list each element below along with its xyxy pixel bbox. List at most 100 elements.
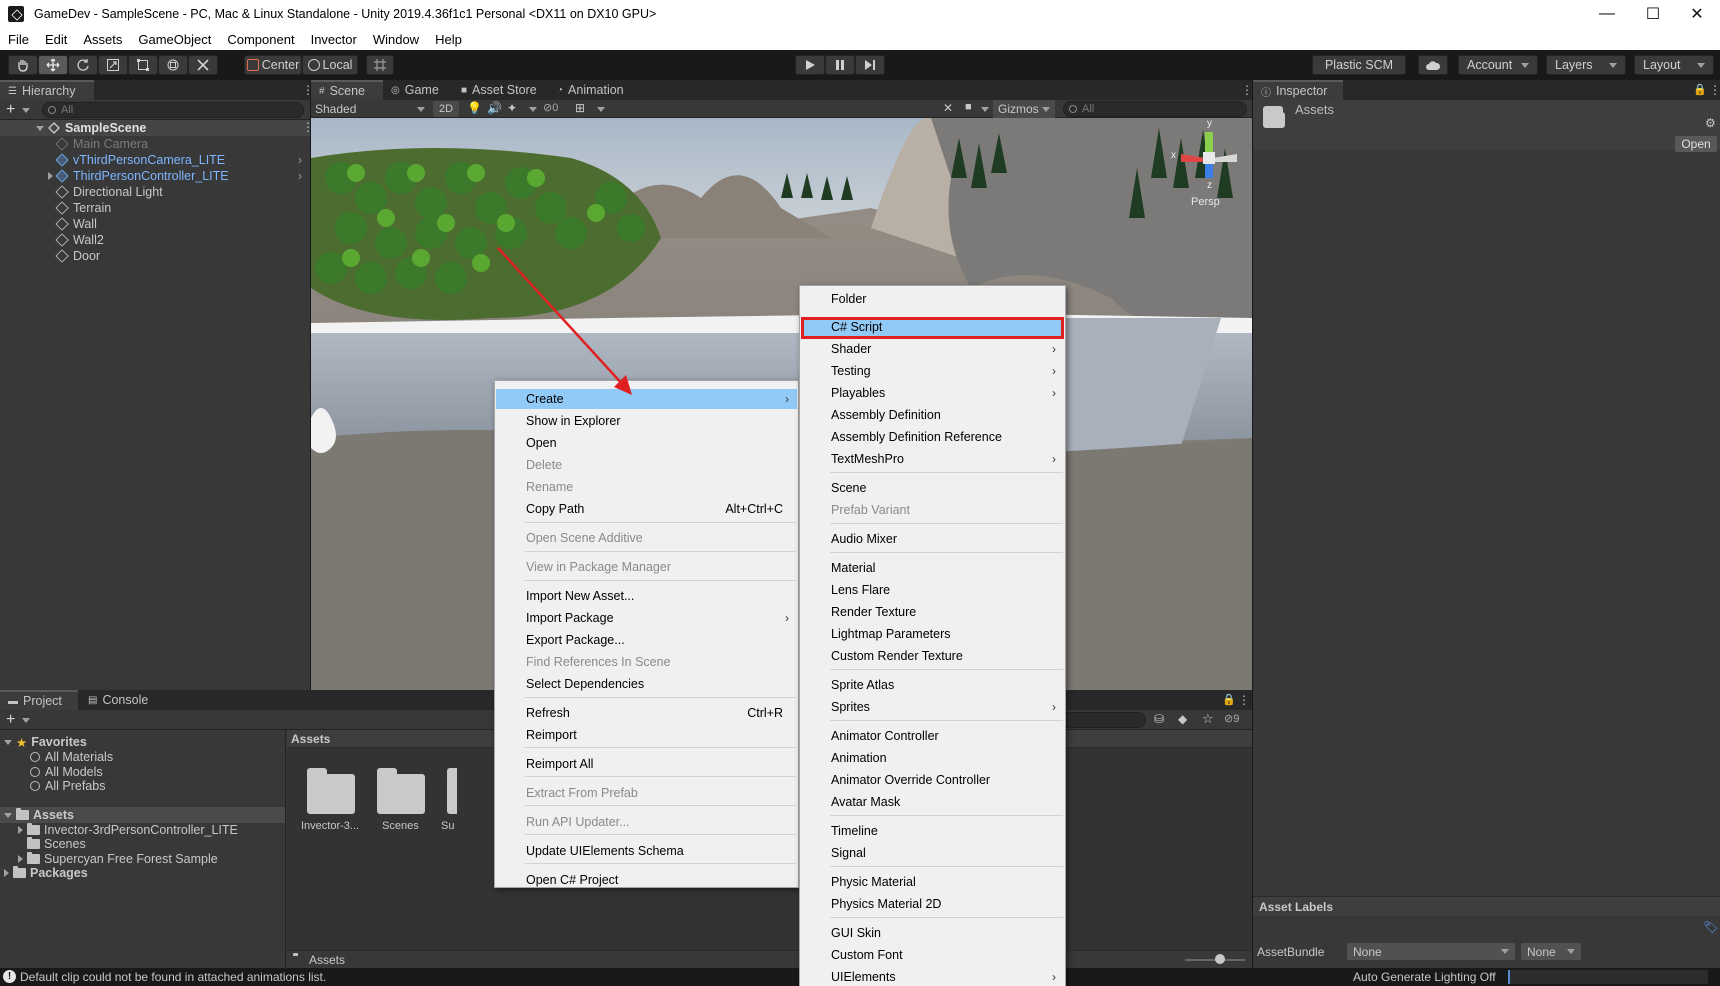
hierarchy-item[interactable]: Directional Light [55,184,163,200]
favorites-item[interactable]: All Materials [30,749,113,765]
hierarchy-item[interactable]: Terrain [55,200,111,216]
menu-invector[interactable]: Invector [303,32,365,47]
chevron-down-icon[interactable] [597,107,605,112]
hierarchy-item[interactable]: ThirdPersonController_LITE › [48,168,310,184]
menu-window[interactable]: Window [365,32,427,47]
lighting-toggle-icon[interactable]: 💡 [467,101,482,115]
chevron-right-icon[interactable]: › [298,169,302,183]
menu-item[interactable]: Signal [801,843,1064,863]
close-button[interactable]: ✕ [1674,0,1720,28]
hierarchy-search-input[interactable]: All [42,102,304,118]
filter-type-icon[interactable]: ⛁ [1154,712,1164,726]
menu-item[interactable]: Animator Controller [801,726,1064,746]
label-tag-icon[interactable]: 🏷 [1703,920,1718,934]
pivot-local-button[interactable]: Local [302,55,358,75]
orientation-gizmo[interactable]: y x z Persp [1169,118,1249,218]
expand-arrow-icon[interactable] [18,826,23,834]
packages-row[interactable]: Packages [4,865,88,881]
menu-item[interactable]: Import Package › [496,608,797,628]
scene-search-input[interactable]: All [1063,101,1247,117]
tab-inspector[interactable]: ⓘ Inspector [1253,80,1343,100]
hidden-packages-toggle[interactable]: ⊘9 [1224,712,1239,725]
add-icon[interactable]: + [6,711,15,729]
menu-item[interactable]: Reimport [496,725,797,745]
minimize-button[interactable]: — [1584,0,1630,28]
menu-item[interactable]: Custom Font [801,945,1064,965]
menu-item[interactable]: Physic Material [801,872,1064,892]
grid-snap-button[interactable] [366,55,394,75]
asset-folder-item[interactable]: Scenes [27,836,86,852]
maximize-button[interactable]: ☐ [1630,0,1676,28]
rotate-tool-button[interactable] [68,55,98,75]
menu-item[interactable]: Audio Mixer [801,529,1064,549]
shading-mode-dropdown[interactable]: Shaded [313,101,431,117]
menu-item[interactable]: Avatar Mask [801,792,1064,812]
pivot-center-button[interactable]: Center [244,55,302,75]
menu-item[interactable]: Animator Override Controller [801,770,1064,790]
play-button[interactable] [795,55,825,75]
menu-item[interactable]: Assembly Definition [801,405,1064,425]
menu-item[interactable]: UIElements › [801,967,1064,986]
menu-item[interactable]: Lens Flare [801,580,1064,600]
menu-item[interactable]: GUI Skin [801,923,1064,943]
menu-item[interactable]: Sprite Atlas [801,675,1064,695]
chevron-right-icon[interactable]: › [298,153,302,167]
menu-component[interactable]: Component [219,32,302,47]
hand-tool-button[interactable] [8,55,38,75]
menu-item[interactable]: Refresh Ctrl+R [496,703,797,723]
move-tool-button[interactable] [38,55,68,75]
expand-arrow-icon[interactable] [36,126,44,131]
expand-arrow-icon[interactable] [48,172,53,180]
menu-item[interactable]: Timeline [801,821,1064,841]
menu-edit[interactable]: Edit [37,32,75,47]
effects-toggle-icon[interactable]: ✦ [507,101,517,115]
menu-item[interactable]: Folder [801,289,1064,309]
expand-arrow-icon[interactable] [18,855,23,863]
menu-item[interactable]: Sprites › [801,697,1064,717]
menu-item[interactable]: Physics Material 2D [801,894,1064,914]
chevron-down-icon[interactable] [981,107,989,112]
menu-item[interactable]: Copy Path Alt+Ctrl+C [496,499,797,519]
hierarchy-item[interactable]: Door [55,248,100,264]
asset-grid-item[interactable]: Scenes [367,766,431,836]
hierarchy-item[interactable]: Wall2 [55,232,104,248]
asset-grid-item[interactable]: Invector-3... [297,766,361,836]
pause-button[interactable] [825,55,855,75]
chevron-down-icon[interactable] [22,718,30,723]
tab-game[interactable]: ◎ Game [383,80,453,100]
menu-item[interactable]: Render Texture [801,602,1064,622]
chevron-down-icon[interactable] [529,107,537,112]
menu-help[interactable]: Help [427,32,470,47]
tab-project[interactable]: ▬ Project [0,690,78,710]
expand-arrow-icon[interactable] [4,869,9,877]
step-button[interactable] [855,55,885,75]
menu-item[interactable]: Show in Explorer [496,411,797,431]
menu-gameobject[interactable]: GameObject [130,32,219,47]
rect-tool-button[interactable] [128,55,158,75]
audio-toggle-icon[interactable]: 🔊 [487,101,502,115]
menu-item[interactable]: Testing › [801,361,1064,381]
more-options-icon[interactable]: ⋮ [1238,693,1250,707]
menu-item[interactable]: Animation [801,748,1064,768]
menu-file[interactable]: File [0,32,37,47]
menu-item[interactable]: Open C# Project [496,870,797,890]
favorites-row[interactable]: ★ Favorites [4,734,87,750]
menu-item[interactable]: Material [801,558,1064,578]
assets-root-row[interactable]: Assets [0,807,285,823]
menu-item[interactable]: TextMeshPro › [801,449,1064,469]
more-options-icon[interactable]: ⋮ [1709,83,1720,97]
menu-item[interactable]: Scene [801,478,1064,498]
status-message[interactable]: Default clip could not be found in attac… [20,970,326,984]
chevron-down-icon[interactable] [22,108,30,113]
tab-console[interactable]: ▤ Console [80,690,160,710]
transform-tool-button[interactable] [158,55,188,75]
hierarchy-item[interactable]: Main Camera [55,136,148,152]
add-icon[interactable]: + [6,101,15,119]
menu-item[interactable]: Assembly Definition Reference [801,427,1064,447]
favorites-item[interactable]: All Prefabs [30,778,105,794]
tab-animation[interactable]: ◔ Animation [549,80,643,100]
slider-thumb[interactable] [1215,954,1225,964]
open-button[interactable]: Open [1675,136,1717,152]
asset-bundle-dropdown[interactable]: None [1347,943,1515,960]
menu-item[interactable]: Update UIElements Schema [496,841,797,861]
